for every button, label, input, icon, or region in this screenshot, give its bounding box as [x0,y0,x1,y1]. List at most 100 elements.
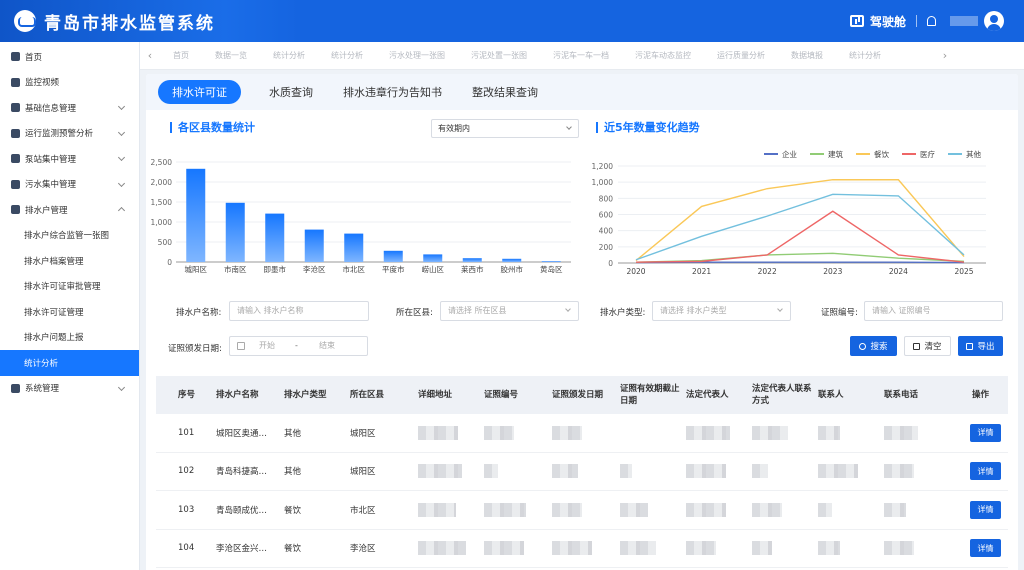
bar[interactable] [541,261,561,262]
legend-label[interactable]: 建筑 [828,149,843,159]
chevron-down-icon [117,179,126,187]
redacted-value [620,502,648,517]
detail-button[interactable]: 详情 [970,500,1001,519]
x-tick-label: 2025 [954,267,973,276]
x-tick-label: 城阳区 [185,265,208,274]
sidebar-subitem[interactable]: 排水许可证管理 [0,299,139,325]
redacted-cell [818,530,884,568]
home-icon [11,52,20,62]
sidebar-item[interactable]: 泵站集中管理 [0,146,139,172]
clear-button[interactable]: 清空 [904,336,951,356]
y-tick-label: 2,000 [151,178,173,187]
sidebar-item-label: 泵站集中管理 [25,154,77,165]
trend-line-chart: 0 200 400 600 800 1,000 1,200 2020 2021 2022 2023 2… [592,149,986,276]
district-bar-chart: 0 500 1,000 1,500 2,000 2,500 城阳区 市南区 即墨市 李沧区 市北区 平… [151,158,571,274]
page-tab[interactable]: 首页 [160,50,202,61]
date-range-picker[interactable]: 开始 - 结束 [229,336,368,356]
cockpit-link[interactable]: 驾驶舱 [870,13,906,30]
bar[interactable] [186,168,206,262]
redacted-cell [884,414,958,452]
bar[interactable] [265,213,285,262]
main-tab[interactable]: 水质查询 [269,84,313,100]
x-tick-label: 即墨市 [264,264,287,274]
camera-icon [11,77,20,87]
bar[interactable] [225,202,245,262]
type-filter-label: 排水户类型: [600,308,646,318]
sidebar-item[interactable]: 监控视频 [0,70,139,96]
bar[interactable] [423,254,443,262]
series-line[interactable] [635,252,965,263]
bar[interactable] [344,233,364,262]
download-icon [966,342,974,350]
sidebar-subitem[interactable]: 排水户问题上报 [0,325,139,351]
bar[interactable] [383,250,403,262]
redacted-value [686,425,730,440]
page-tab[interactable]: 污泥车一车一档 [540,50,622,61]
redacted-value [752,425,788,440]
page-tab[interactable]: 污泥处置一张图 [458,50,540,61]
legend-label[interactable]: 医疗 [920,149,935,159]
sidebar-subitem[interactable]: 统计分析 [0,350,139,376]
redacted-cell [418,530,484,568]
main-tab[interactable]: 整改结果查询 [472,84,538,100]
tab-scroll-right-icon[interactable]: › [935,49,955,62]
series-line[interactable] [635,193,965,261]
sidebar-item[interactable]: 排水户管理 [0,197,139,223]
page-tab[interactable]: 统计分析 [318,50,376,61]
app-title: 青岛市排水监管系统 [44,13,215,34]
detail-button[interactable]: 详情 [970,462,1001,481]
sidebar-item[interactable]: 基础信息管理 [0,95,139,121]
page-tab[interactable]: 污泥车动态监控 [622,50,704,61]
avatar[interactable] [984,11,1004,31]
sidebar-subitem[interactable]: 排水许可证审批管理 [0,274,139,300]
search-button[interactable]: 搜索 [850,336,897,356]
sidebar-item[interactable]: 系统管理 [0,376,139,402]
series-line[interactable] [635,179,965,262]
sidebar-item[interactable]: 运行监测预警分析 [0,121,139,147]
chevron-up-icon [117,206,126,215]
type-filter-select[interactable]: 请选择 排水户类型 [652,301,791,321]
page-tab[interactable]: 数据填报 [778,50,836,61]
redacted-value [484,464,498,479]
sidebar-item[interactable]: 污水集中管理 [0,172,139,198]
cockpit-icon[interactable] [849,15,864,27]
bell-icon[interactable] [927,16,936,26]
redacted-value [884,425,918,440]
table-header: 序号 排水户名称 排水户类型 所在区县 详细地址 证照编号 证照颁发日期 证照有效期截止日期法… [156,376,1008,414]
pump-icon [11,154,20,164]
redacted-cell [884,453,958,491]
tab-scroll-left-icon[interactable]: ‹ [140,49,160,62]
bar[interactable] [502,258,522,262]
bar[interactable] [462,258,482,262]
detail-button[interactable]: 详情 [970,423,1001,442]
main-tab[interactable]: 排水违章行为告知书 [343,84,442,100]
page-tab[interactable]: 运行质量分析 [704,50,778,61]
sidebar-item-label: 基础信息管理 [25,103,77,114]
sidebar-subitem[interactable]: 排水户档案管理 [0,248,139,274]
x-tick-label: 2021 [692,267,711,276]
redacted-cell [752,414,818,452]
bar[interactable] [304,229,324,262]
district-panel-title: 各区县数量统计 [170,122,255,133]
legend-label[interactable]: 餐饮 [874,149,889,159]
district-filter-select[interactable]: 请选择 所在区县 [440,301,579,321]
main-tab[interactable]: 排水许可证 [158,80,241,104]
name-filter-input[interactable]: 请输入 排水户名称 [229,301,369,321]
legend-label[interactable]: 其他 [966,149,981,159]
page-tab[interactable]: 数据一览 [202,50,260,61]
export-button[interactable]: 导出 [958,336,1003,356]
cert-filter-input[interactable]: 请输入 证照编号 [864,301,1003,321]
redacted-value [686,502,726,517]
redacted-cell [752,530,818,568]
page-tab[interactable]: 统计分析 [836,50,894,61]
sidebar-subitem[interactable]: 排水户综合监管一张图 [0,223,139,249]
page-tab[interactable]: 统计分析 [260,50,318,61]
sidebar-item[interactable]: 首页 [0,44,139,70]
validity-select[interactable]: 有效期内 [431,119,579,138]
redacted-value [484,541,524,556]
main-content: 排水许可证 水质查询 排水违章行为告知书 整改结果查询 各区县数量统计 有效期内 0 5… [146,74,1018,570]
page-tab[interactable]: 污水处理一张图 [376,50,458,61]
legend-label[interactable]: 企业 [782,149,797,159]
detail-button[interactable]: 详情 [970,539,1001,558]
chevron-down-icon [117,153,126,162]
